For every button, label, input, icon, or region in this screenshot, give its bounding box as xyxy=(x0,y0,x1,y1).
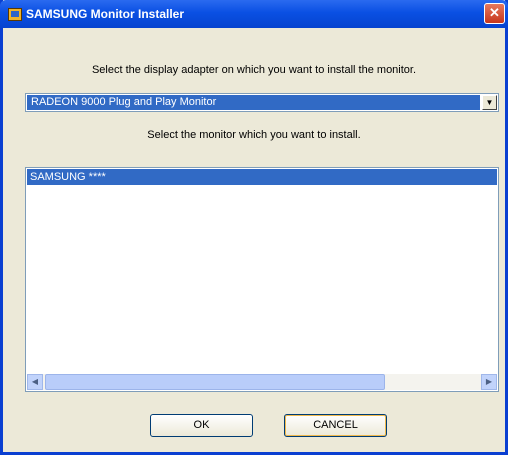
list-item[interactable]: SAMSUNG **** xyxy=(27,169,497,185)
select-adapter-instruction: Select the display adapter on which you … xyxy=(91,64,417,76)
display-adapter-selected-value[interactable]: RADEON 9000 Plug and Play Monitor xyxy=(27,95,480,110)
scrollbar-thumb[interactable] xyxy=(45,374,385,390)
monitor-installer-icon xyxy=(8,8,22,21)
select-monitor-instruction: Select the monitor which you want to ins… xyxy=(147,129,361,141)
monitor-list[interactable]: SAMSUNG **** ◀ ▶ xyxy=(25,167,499,392)
horizontal-scrollbar[interactable]: ◀ ▶ xyxy=(27,374,497,390)
scroll-left-icon[interactable]: ◀ xyxy=(27,374,43,390)
cancel-button[interactable]: CANCEL xyxy=(284,414,387,437)
scroll-right-icon[interactable]: ▶ xyxy=(481,374,497,390)
display-adapter-dropdown[interactable]: RADEON 9000 Plug and Play Monitor ▼ xyxy=(25,93,499,112)
title-bar[interactable]: SAMSUNG Monitor Installer ✕ xyxy=(0,0,508,28)
installer-window: SAMSUNG Monitor Installer ✕ Select the d… xyxy=(0,0,508,455)
chevron-down-icon[interactable]: ▼ xyxy=(482,95,497,110)
window-title: SAMSUNG Monitor Installer xyxy=(26,7,185,21)
close-button[interactable]: ✕ xyxy=(484,3,505,24)
ok-button[interactable]: OK xyxy=(150,414,253,437)
